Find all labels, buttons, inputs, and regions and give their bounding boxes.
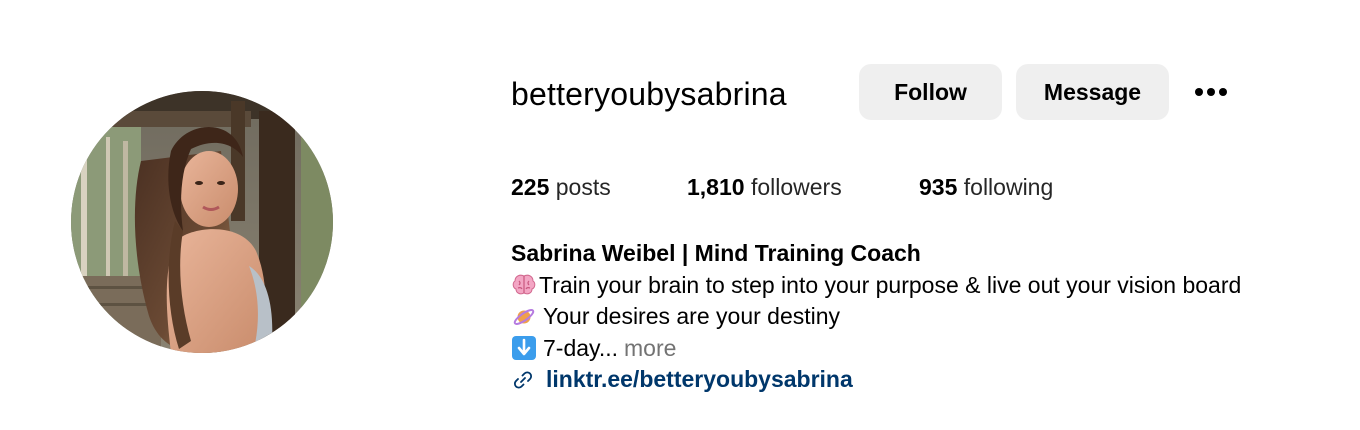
bio-external-link[interactable]: linktr.ee/betteryoubysabrina	[546, 364, 853, 396]
bio-line-2-text: Your desires are your destiny	[543, 303, 841, 329]
posts-count: 225 posts	[511, 170, 611, 204]
follow-button[interactable]: Follow	[859, 64, 1002, 120]
bio-line-2: Your desires are your destiny	[511, 301, 1351, 333]
avatar[interactable]	[71, 91, 333, 353]
bio-line-1: Train your brain to step into your purpo…	[511, 270, 1351, 302]
profile-photo	[71, 91, 333, 353]
bio-line-1-text: Train your brain to step into your purpo…	[539, 271, 1242, 298]
following-number: 935	[919, 174, 958, 200]
following-label: following	[963, 174, 1054, 200]
bio-name: Sabrina Weibel | Mind Training Coach	[511, 240, 921, 266]
username: betteryoubysabrina	[511, 76, 787, 112]
bio-line-3-text: 7-day...	[543, 334, 618, 361]
message-button[interactable]: Message	[1016, 64, 1169, 120]
bio-link-row: linktr.ee/betteryoubysabrina	[511, 364, 1351, 396]
bio-line-3: 7-day... more	[511, 333, 1351, 365]
followers-label: followers	[750, 174, 842, 200]
following-link[interactable]: 935 following	[919, 170, 1053, 204]
posts-label: posts	[555, 174, 611, 200]
followers-link[interactable]: 1,810 followers	[687, 170, 842, 204]
brain-icon	[512, 274, 536, 295]
profile-header: betteryoubysabrina Follow Message 225 po…	[0, 0, 1360, 430]
link-icon	[513, 371, 533, 389]
followers-number: 1,810	[687, 174, 745, 200]
ellipsis-icon[interactable]	[1187, 76, 1235, 108]
bio-more-link[interactable]: more	[624, 333, 676, 365]
posts-number: 225	[511, 174, 550, 200]
bio: Sabrina Weibel | Mind Training Coach Tra…	[511, 238, 1351, 396]
down-arrow-icon	[512, 336, 536, 361]
ringed-planet-icon	[513, 308, 535, 325]
